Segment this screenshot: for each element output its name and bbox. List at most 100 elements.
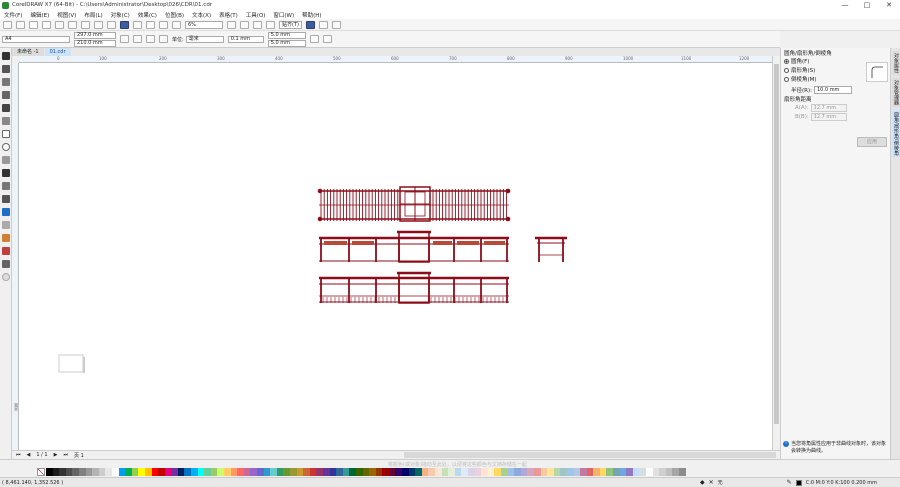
palette-swatch[interactable] bbox=[560, 468, 567, 476]
palette-swatch[interactable] bbox=[435, 468, 442, 476]
drop-shadow-tool-icon[interactable] bbox=[2, 208, 10, 216]
palette-swatch[interactable] bbox=[665, 468, 673, 476]
palette-swatch[interactable] bbox=[125, 468, 132, 476]
palette-swatch[interactable] bbox=[270, 468, 277, 476]
side-tab-fillet[interactable]: 圆角/扇形角/倒棱角 bbox=[892, 110, 900, 158]
palette-swatch[interactable] bbox=[520, 468, 528, 476]
palette-swatch[interactable] bbox=[276, 468, 284, 476]
palette-swatch[interactable] bbox=[646, 468, 653, 476]
units-settings-icon[interactable] bbox=[309, 35, 319, 43]
artistic-media-icon[interactable] bbox=[2, 117, 10, 125]
palette-swatch[interactable] bbox=[461, 468, 468, 476]
copy-icon[interactable] bbox=[68, 20, 77, 29]
palette-swatch[interactable] bbox=[237, 468, 244, 476]
show-rulers-icon[interactable] bbox=[240, 20, 249, 29]
palette-swatch[interactable] bbox=[527, 468, 534, 476]
palette-swatch[interactable] bbox=[402, 468, 409, 476]
export-icon[interactable] bbox=[146, 20, 155, 29]
palette-swatch[interactable] bbox=[92, 468, 99, 476]
palette-swatch[interactable] bbox=[639, 468, 647, 476]
palette-swatch[interactable] bbox=[98, 468, 106, 476]
page-tab[interactable]: 页 1 bbox=[74, 452, 84, 459]
palette-swatch[interactable] bbox=[573, 468, 581, 476]
menu-bitmaps[interactable]: 位图(B) bbox=[165, 11, 184, 19]
palette-swatch[interactable] bbox=[204, 468, 211, 476]
color-eyedropper-icon[interactable] bbox=[2, 234, 10, 242]
palette-swatch[interactable] bbox=[283, 468, 290, 476]
minimize-button[interactable]: — bbox=[834, 1, 856, 9]
palette-swatch[interactable] bbox=[111, 468, 119, 476]
polygon-tool-icon[interactable] bbox=[2, 156, 10, 164]
palette-swatch[interactable] bbox=[177, 468, 185, 476]
prev-page-icon[interactable]: ◀ bbox=[27, 452, 31, 458]
palette-swatch[interactable] bbox=[507, 468, 515, 476]
page-size-select[interactable]: A4 bbox=[2, 35, 70, 43]
b-field[interactable]: 12.7 mm bbox=[810, 113, 847, 121]
palette-swatch[interactable] bbox=[171, 468, 178, 476]
palette-swatch[interactable] bbox=[144, 468, 152, 476]
menu-edit[interactable]: 编辑(E) bbox=[30, 11, 49, 19]
palette-swatch[interactable] bbox=[263, 468, 271, 476]
gallery-drawing-2[interactable] bbox=[319, 271, 509, 304]
paste-icon[interactable] bbox=[81, 20, 90, 29]
fillet-radio[interactable] bbox=[784, 58, 789, 64]
side-tab-object-properties[interactable]: 对象属性 bbox=[892, 51, 900, 75]
palette-swatch[interactable] bbox=[448, 468, 455, 476]
palette-swatch[interactable] bbox=[72, 468, 79, 476]
palette-swatch[interactable] bbox=[468, 468, 475, 476]
duplicate-x-field[interactable]: 5.0 mm bbox=[267, 31, 306, 39]
palette-swatch[interactable] bbox=[342, 468, 350, 476]
vertical-scroll-thumb[interactable] bbox=[774, 64, 779, 424]
palette-swatch[interactable] bbox=[217, 468, 225, 476]
palette-swatch[interactable] bbox=[619, 468, 627, 476]
palette-swatch[interactable] bbox=[679, 468, 686, 476]
palette-swatch[interactable] bbox=[540, 468, 548, 476]
palette-swatch[interactable] bbox=[533, 468, 541, 476]
palette-swatch[interactable] bbox=[131, 468, 139, 476]
vertical-ruler[interactable]: 毫米 bbox=[12, 63, 19, 450]
menu-effects[interactable]: 效果(C) bbox=[138, 11, 157, 19]
horizontal-scroll-thumb[interactable] bbox=[404, 452, 776, 458]
palette-swatch[interactable] bbox=[303, 468, 310, 476]
palette-swatch[interactable] bbox=[289, 468, 297, 476]
palette-swatch[interactable] bbox=[250, 468, 257, 476]
palette-swatch[interactable] bbox=[46, 468, 53, 476]
menu-window[interactable]: 窗口(W) bbox=[273, 11, 294, 19]
ellipse-tool-icon[interactable] bbox=[2, 143, 10, 151]
print-icon[interactable] bbox=[42, 20, 51, 29]
palette-swatch[interactable] bbox=[415, 468, 422, 476]
palette-swatch[interactable] bbox=[566, 468, 574, 476]
side-tab-object-manager[interactable]: 对象管理器 bbox=[892, 78, 900, 107]
palette-swatch[interactable] bbox=[52, 468, 60, 476]
menu-tools[interactable]: 工具(O) bbox=[246, 11, 266, 19]
palette-swatch[interactable] bbox=[296, 468, 304, 476]
duplicate-y-field[interactable]: 5.0 mm bbox=[267, 39, 306, 47]
menu-object[interactable]: 对象(C) bbox=[111, 11, 130, 19]
redo-icon[interactable] bbox=[107, 20, 116, 29]
first-page-icon[interactable]: ⏮ bbox=[16, 452, 21, 458]
gallery-drawing-1[interactable] bbox=[319, 230, 509, 263]
no-fill-swatch[interactable] bbox=[37, 468, 45, 476]
palette-swatch[interactable] bbox=[428, 468, 436, 476]
palette-swatch[interactable] bbox=[487, 468, 495, 476]
palette-swatch[interactable] bbox=[78, 468, 86, 476]
palette-swatch[interactable] bbox=[547, 468, 554, 476]
apply-button[interactable]: 应用 bbox=[857, 137, 887, 147]
radius-field[interactable]: 10.0 mm bbox=[813, 86, 852, 94]
palette-swatch[interactable] bbox=[105, 468, 112, 476]
chamfer-radio[interactable] bbox=[784, 76, 789, 82]
palette-swatch[interactable] bbox=[355, 468, 363, 476]
palette-swatch[interactable] bbox=[395, 468, 403, 476]
connector-tool-icon[interactable] bbox=[2, 195, 10, 203]
quick-customize-icon[interactable] bbox=[322, 35, 332, 43]
nudge-distance-field[interactable]: 0.1 mm bbox=[227, 35, 264, 43]
palette-swatch[interactable] bbox=[382, 468, 389, 476]
fence-drawing[interactable] bbox=[317, 186, 511, 222]
palette-swatch[interactable] bbox=[224, 468, 231, 476]
palette-swatch[interactable] bbox=[388, 468, 396, 476]
shape-tool-icon[interactable] bbox=[2, 65, 10, 73]
palette-swatch[interactable] bbox=[454, 468, 462, 476]
menu-text[interactable]: 文本(X) bbox=[192, 11, 211, 19]
palette-swatch[interactable] bbox=[118, 468, 126, 476]
interactive-fill-icon[interactable] bbox=[2, 247, 10, 255]
